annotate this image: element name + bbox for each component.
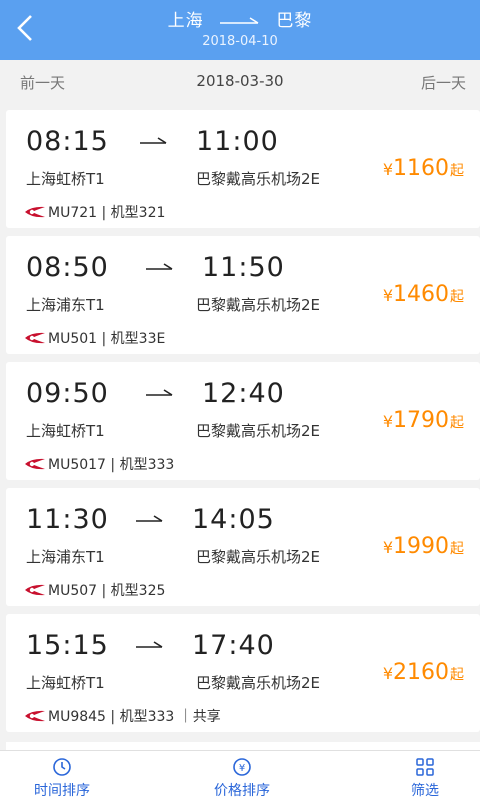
arrow-right-icon: [134, 632, 164, 656]
arrow-right-icon: [134, 506, 164, 530]
flight-info: MU9845 | 机型333 ｜共享: [24, 706, 221, 726]
svg-text:¥: ¥: [239, 763, 245, 774]
flight-number-and-aircraft: MU721 | 机型321: [48, 205, 166, 221]
flight-number-and-aircraft: MU9845 | 机型333 ｜共享: [48, 709, 221, 725]
route-title: 上海 巴黎: [0, 6, 480, 31]
flight-info: MU507 | 机型325: [24, 580, 165, 600]
date-navigation: 前一天 2018-03-30 后一天: [0, 60, 480, 104]
price-label: ¥1460起: [383, 282, 464, 307]
price-suffix: 起: [450, 667, 464, 683]
header-bar: 上海 巴黎 2018-04-10: [0, 0, 480, 60]
currency-symbol: ¥: [382, 160, 393, 179]
price-label: ¥1790起: [383, 408, 464, 433]
airline-logo-icon: [25, 332, 45, 344]
tab-filter-label: 筛选: [411, 783, 439, 799]
price-value: 1460: [393, 282, 449, 307]
price-label: ¥1990起: [383, 534, 464, 559]
departure-time: 09:50: [26, 378, 109, 409]
price-tag-icon: ¥: [233, 758, 251, 776]
price-suffix: 起: [450, 289, 464, 305]
flight-info: MU5017 | 机型333: [24, 454, 174, 474]
departure-airport: 上海浦东T1: [26, 548, 105, 566]
arrival-airport: 巴黎戴高乐机场2E: [196, 422, 321, 440]
tab-filter[interactable]: 筛选: [395, 757, 455, 800]
departure-time: 15:15: [26, 630, 109, 661]
currency-symbol: ¥: [382, 664, 393, 683]
flight-number-and-aircraft: MU507 | 机型325: [48, 583, 166, 599]
currency-symbol: ¥: [382, 286, 393, 305]
origin-city: 上海: [167, 11, 204, 31]
departure-time: 11:30: [26, 504, 109, 535]
departure-airport: 上海虹桥T1: [26, 422, 105, 440]
current-date: 2018-03-30: [196, 72, 284, 90]
airline-logo-icon: [25, 458, 45, 470]
airline-logo-icon: [25, 206, 45, 218]
flight-card[interactable]: 11:30 14:05 上海浦东T1 巴黎戴高乐机场2E ¥1990起 MU507 | 机…: [6, 488, 480, 606]
arrival-airport: 巴黎戴高乐机场2E: [196, 674, 321, 692]
arrival-time: 11:50: [202, 252, 285, 283]
arrival-time: 12:40: [202, 378, 285, 409]
currency-symbol: ¥: [382, 412, 393, 431]
departure-airport: 上海浦东T1: [26, 296, 105, 314]
price-suffix: 起: [450, 541, 464, 557]
currency-symbol: ¥: [382, 538, 393, 557]
bottom-tab-bar: 时间排序 ¥ 价格排序 筛选: [0, 750, 480, 801]
next-day-button[interactable]: 后一天: [421, 72, 466, 93]
price-value: 1990: [393, 534, 449, 559]
tab-time-sort[interactable]: 时间排序: [22, 757, 102, 800]
flight-card[interactable]: 15:15 17:40 上海虹桥T1 巴黎戴高乐机场2E ¥2160起 MU9845 | …: [6, 614, 480, 732]
tab-price-sort-label: 价格排序: [214, 783, 270, 799]
departure-airport: 上海虹桥T1: [26, 674, 105, 692]
price-value: 1160: [393, 156, 449, 181]
arrival-airport: 巴黎戴高乐机场2E: [196, 170, 321, 188]
flight-card[interactable]: 09:50 12:40 上海虹桥T1 巴黎戴高乐机场2E ¥1790起 MU5017 | …: [6, 362, 480, 480]
destination-city: 巴黎: [276, 11, 313, 31]
price-suffix: 起: [450, 163, 464, 179]
tab-time-sort-label: 时间排序: [34, 783, 90, 799]
arrival-airport: 巴黎戴高乐机场2E: [196, 548, 321, 566]
arrival-time: 17:40: [192, 630, 275, 661]
list-item-partial: [6, 742, 480, 750]
flight-card[interactable]: 08:50 11:50 上海浦东T1 巴黎戴高乐机场2E ¥1460起 MU501 | 机…: [6, 236, 480, 354]
grid-filter-icon: [416, 758, 434, 776]
arrival-time: 14:05: [192, 504, 275, 535]
route-arrow-icon: [220, 12, 260, 30]
clock-icon: [53, 758, 71, 776]
tab-price-sort[interactable]: ¥ 价格排序: [202, 757, 282, 800]
departure-airport: 上海虹桥T1: [26, 170, 105, 188]
airline-logo-icon: [25, 584, 45, 596]
header-date: 2018-04-10: [202, 34, 278, 49]
arrow-right-icon: [144, 380, 174, 404]
price-label: ¥2160起: [383, 660, 464, 685]
flight-number-and-aircraft: MU501 | 机型33E: [48, 331, 166, 347]
flight-info: MU721 | 机型321: [24, 202, 165, 222]
arrival-time: 11:00: [196, 126, 279, 157]
arrival-airport: 巴黎戴高乐机场2E: [196, 296, 321, 314]
arrow-right-icon: [138, 128, 168, 152]
flight-list: 08:15 11:00 上海虹桥T1 巴黎戴高乐机场2E ¥1160起 MU721 | 机…: [6, 110, 480, 740]
airline-logo-icon: [25, 710, 45, 722]
price-value: 2160: [393, 660, 449, 685]
flight-number-and-aircraft: MU5017 | 机型333: [48, 457, 175, 473]
price-value: 1790: [393, 408, 449, 433]
price-label: ¥1160起: [383, 156, 464, 181]
flight-info: MU501 | 机型33E: [24, 328, 165, 348]
flight-card[interactable]: 08:15 11:00 上海虹桥T1 巴黎戴高乐机场2E ¥1160起 MU721 | 机…: [6, 110, 480, 228]
price-suffix: 起: [450, 415, 464, 431]
departure-time: 08:15: [26, 126, 109, 157]
arrow-right-icon: [144, 254, 174, 278]
departure-time: 08:50: [26, 252, 109, 283]
